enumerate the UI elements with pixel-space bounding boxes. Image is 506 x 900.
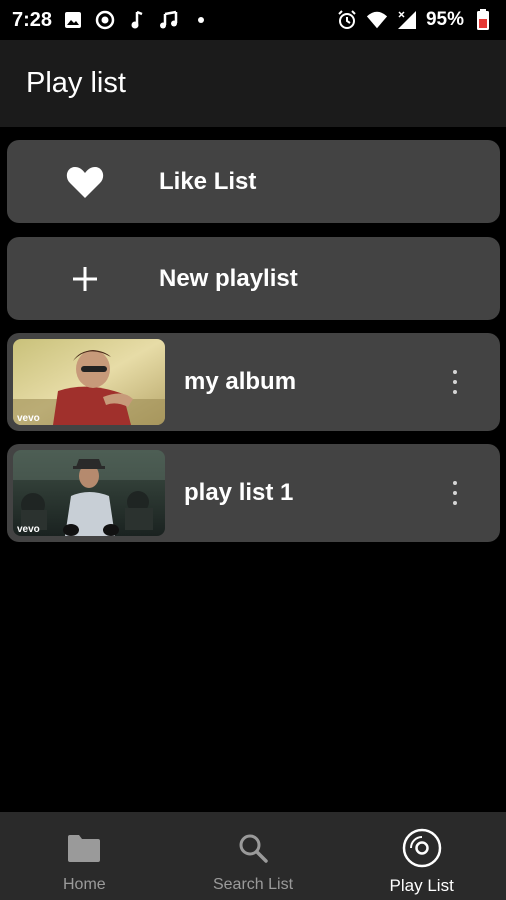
image-icon xyxy=(62,9,84,31)
battery-icon xyxy=(472,9,494,31)
playlist-name: my album xyxy=(184,368,297,395)
heart-icon xyxy=(55,152,115,212)
status-bar: 7:28 95% xyxy=(0,0,506,40)
signal-icon xyxy=(396,9,418,31)
battery-percent: 95% xyxy=(425,9,464,30)
app-bar: Play list xyxy=(0,40,506,127)
alarm-icon xyxy=(336,9,358,31)
nav-home-label: Home xyxy=(62,876,106,893)
status-time: 7:28 xyxy=(12,8,53,31)
bottom-nav: Home Search List Play List xyxy=(0,812,506,900)
like-list-button[interactable]: Like List xyxy=(7,140,500,223)
playlist-item[interactable]: vevo my album xyxy=(7,333,500,431)
more-vert-icon xyxy=(453,370,457,374)
more-vert-icon xyxy=(453,481,457,485)
plus-icon xyxy=(55,249,115,309)
playlist-name: play list 1 xyxy=(184,479,294,506)
page-title: Play list xyxy=(26,67,126,99)
more-options-button[interactable] xyxy=(440,473,470,513)
like-list-label: Like List xyxy=(159,167,257,195)
nav-play-list[interactable]: Play List xyxy=(337,812,506,900)
new-playlist-button[interactable]: New playlist xyxy=(7,237,500,320)
playlist-thumbnail: vevo xyxy=(13,450,165,536)
music-notes-icon xyxy=(158,9,180,31)
search-icon xyxy=(233,828,273,868)
playlist-item[interactable]: vevo play list 1 xyxy=(7,444,500,542)
more-options-button[interactable] xyxy=(440,362,470,402)
playlist-thumbnail: vevo xyxy=(13,339,165,425)
new-playlist-label: New playlist xyxy=(159,264,298,292)
nav-search-list-label: Search List xyxy=(212,876,294,893)
nav-home[interactable]: Home xyxy=(0,812,169,900)
thumbnail-badge: vevo xyxy=(17,413,40,424)
music-note-icon xyxy=(126,9,148,31)
disc-icon xyxy=(402,828,442,868)
folder-icon xyxy=(64,828,104,868)
nav-play-list-label: Play List xyxy=(389,876,454,895)
thumbnail-badge: vevo xyxy=(17,524,40,535)
sync-icon xyxy=(94,9,116,31)
notification-dot-icon xyxy=(190,9,212,31)
wifi-icon xyxy=(366,9,388,31)
nav-search-list[interactable]: Search List xyxy=(169,812,338,900)
